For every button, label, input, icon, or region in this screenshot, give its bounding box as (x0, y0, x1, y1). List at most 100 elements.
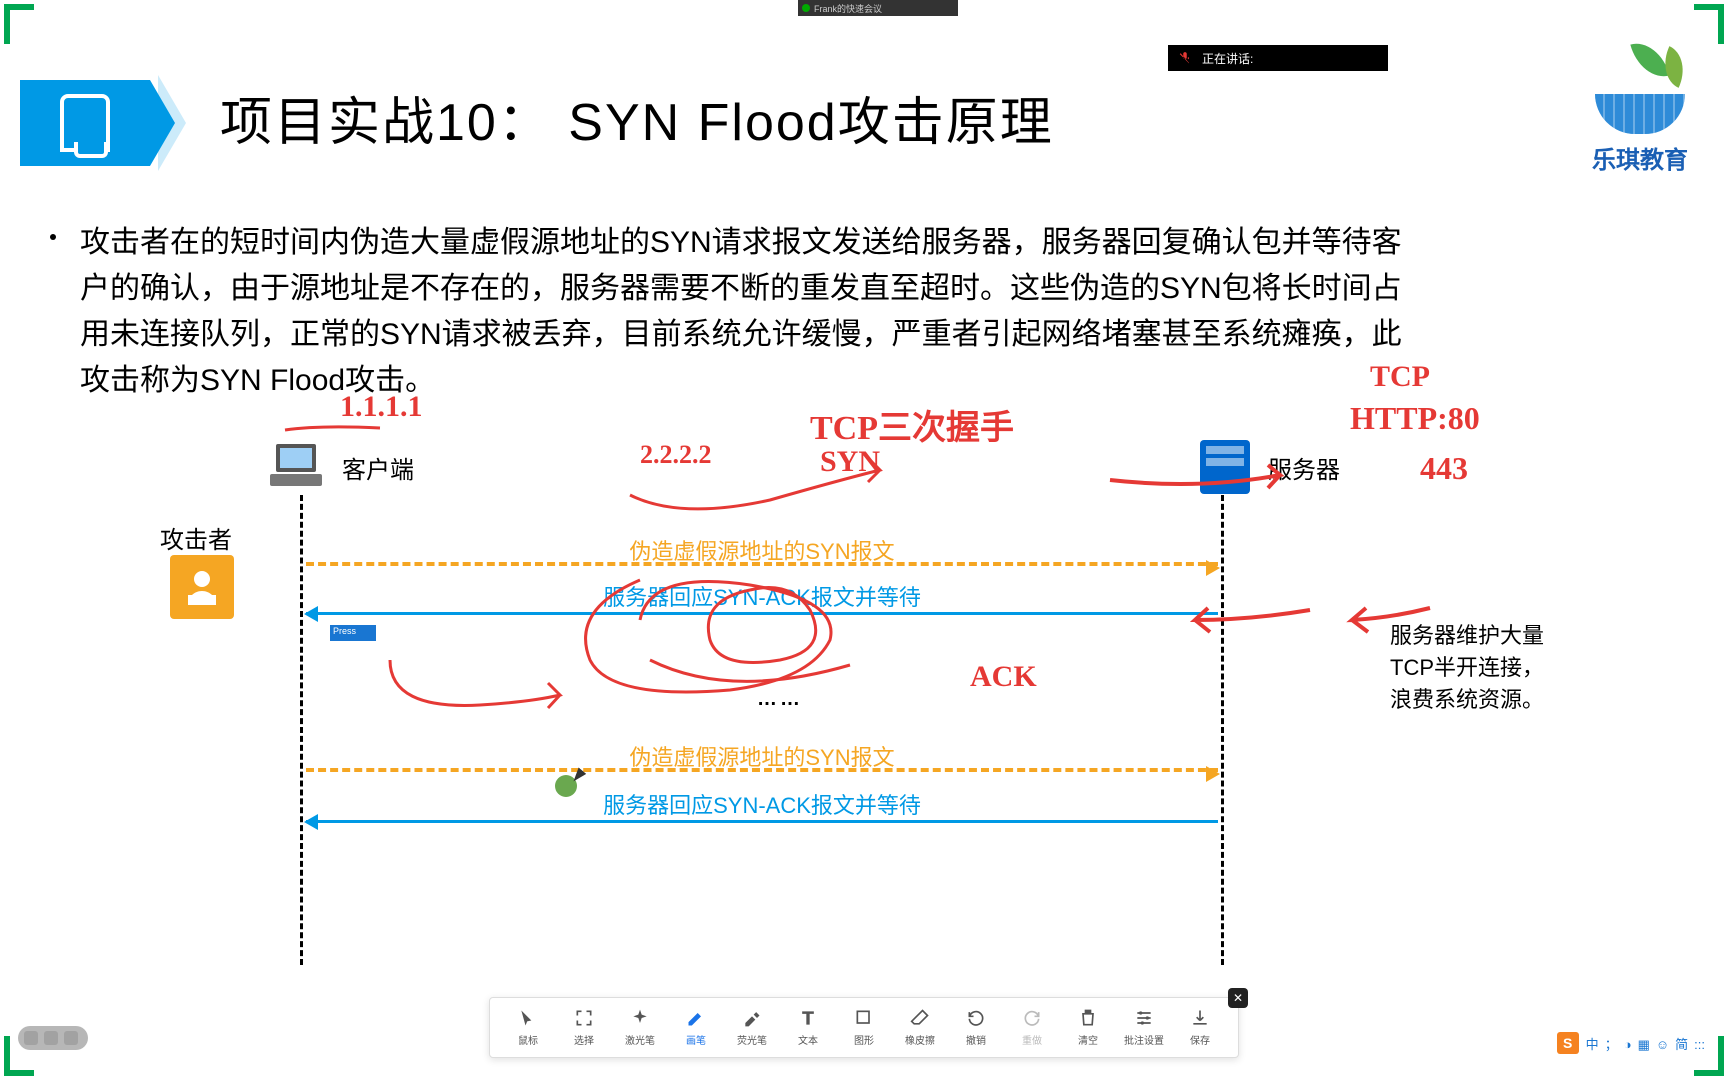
hand-syn: SYN (820, 445, 880, 479)
side-note: 服务器维护大量TCP半开连接，浪费系统资源。 (1390, 620, 1550, 716)
leaf-icon (1630, 37, 1669, 83)
tool-label: 荧光笔 (737, 1032, 767, 1047)
chevron-icon (150, 80, 175, 166)
hand-http: HTTP:80 (1350, 400, 1480, 437)
tool-settings[interactable]: 批注设置 (1116, 1004, 1172, 1051)
tool-pen[interactable]: 画笔 (668, 1004, 724, 1051)
clear-icon (1078, 1008, 1098, 1028)
msg-syn-forged-2: 伪造虚假源地址的SYN报文 (306, 768, 1218, 772)
tool-label: 撤销 (966, 1032, 986, 1047)
tool-label: 图形 (854, 1032, 874, 1047)
tool-shapes[interactable]: 图形 (836, 1004, 892, 1051)
meeting-tab[interactable]: Frank的快速会议 (798, 0, 958, 16)
tool-laser[interactable]: 激光笔 (612, 1004, 668, 1051)
tool-label: 画笔 (686, 1032, 706, 1047)
attacker-label: 攻击者 (160, 520, 232, 555)
tool-cursor[interactable]: 鼠标 (500, 1004, 556, 1051)
hand-443: 443 (1420, 450, 1468, 487)
redo-icon (1022, 1008, 1042, 1028)
status-dot-icon (802, 4, 810, 12)
ime-key[interactable]: 中 (1586, 1037, 1599, 1052)
note-icon (60, 94, 110, 152)
attacker-icon (170, 555, 234, 619)
msg-synack-1: 服务器回应SYN-ACK报文并等待 (306, 612, 1218, 615)
settings-icon (1134, 1008, 1154, 1028)
frame-corner-tr (1694, 4, 1724, 44)
frame-corner-tl (4, 4, 34, 44)
bullet-dot-icon (50, 234, 56, 240)
tool-highlighter[interactable]: 荧光笔 (724, 1004, 780, 1051)
mini-rec-icon (24, 1031, 38, 1045)
tool-label: 选择 (574, 1032, 594, 1047)
meeting-title: Frank的快速会议 (814, 2, 882, 15)
mini-more-icon (64, 1031, 78, 1045)
laser-icon (630, 1008, 650, 1028)
press-badge: Press (330, 625, 376, 641)
shapes-icon (854, 1008, 874, 1028)
client-icon (270, 440, 330, 490)
tool-save[interactable]: 保存 (1172, 1004, 1228, 1051)
ime-key[interactable]: ◑ (1624, 1037, 1632, 1052)
eraser-icon (910, 1008, 930, 1028)
bullet-text: 攻击者在的短时间内伪造大量虚假源地址的SYN请求报文发送给服务器，服务器回复确认… (80, 220, 1428, 404)
msg-syn-forged-1: 伪造虚假源地址的SYN报文 (306, 562, 1218, 566)
cursor-icon (518, 1008, 538, 1028)
brand-logo: 乐琪教育 (1592, 40, 1688, 175)
hand-ip2: 2.2.2.2 (640, 440, 712, 470)
tool-label: 橡皮擦 (905, 1032, 935, 1047)
server-icon (1200, 440, 1250, 494)
annotation-toolbar: ✕ 鼠标选择激光笔画笔荧光笔文本图形橡皮擦撤销重做清空批注设置保存 (489, 997, 1239, 1058)
tool-label: 重做 (1022, 1032, 1042, 1047)
tool-undo[interactable]: 撤销 (948, 1004, 1004, 1051)
server-label: 服务器 (1268, 450, 1340, 485)
client-lifeline (300, 495, 303, 965)
speaking-indicator: 正在讲话: (1168, 45, 1388, 71)
tool-label: 鼠标 (518, 1032, 538, 1047)
ime-key[interactable]: ； (1605, 1037, 1618, 1052)
client-label: 客户端 (342, 450, 414, 485)
sequence-diagram: 客户端 服务器 攻击者 伪造虚假源地址的SYN报文 服务器回应SYN-ACK报文… (180, 420, 1380, 990)
brand-name: 乐琪教育 (1592, 140, 1688, 175)
ime-key[interactable]: ::: (1694, 1037, 1705, 1052)
tool-label: 文本 (798, 1032, 818, 1047)
mini-control[interactable] (18, 1026, 88, 1050)
mini-chat-icon (44, 1031, 58, 1045)
tool-clear[interactable]: 清空 (1060, 1004, 1116, 1051)
save-icon (1190, 1008, 1210, 1028)
ime-key[interactable]: ☺ (1656, 1037, 1669, 1052)
toolbar-close-button[interactable]: ✕ (1228, 988, 1248, 1008)
msg-label: 伪造虚假源地址的SYN报文 (306, 740, 1218, 772)
ellipsis: …… (180, 688, 1380, 711)
bullet-content: 攻击者在的短时间内伪造大量虚假源地址的SYN请求报文发送给服务器，服务器回复确认… (80, 226, 1402, 397)
server-lifeline (1221, 495, 1224, 965)
ime-bar[interactable]: S 中 ； ◑ ▦ ☺ 简::: (1557, 1032, 1708, 1054)
ime-key[interactable]: ▦ (1638, 1037, 1650, 1052)
hand-tcp-handshake: TCP三次握手 (810, 400, 1014, 449)
tool-select[interactable]: 选择 (556, 1004, 612, 1051)
text-icon (798, 1008, 818, 1028)
hand-tcp: TCP (1370, 360, 1430, 394)
hand-ack: ACK (970, 660, 1037, 694)
undo-icon (966, 1008, 986, 1028)
select-icon (574, 1008, 594, 1028)
tool-eraser[interactable]: 橡皮擦 (892, 1004, 948, 1051)
tool-text[interactable]: 文本 (780, 1004, 836, 1051)
ime-brand-icon: S (1557, 1032, 1579, 1054)
msg-label: 伪造虚假源地址的SYN报文 (306, 534, 1218, 566)
hand-ip1: 1.1.1.1 (340, 390, 423, 424)
tool-redo[interactable]: 重做 (1004, 1004, 1060, 1051)
tool-label: 批注设置 (1124, 1032, 1164, 1047)
bowl-icon (1595, 94, 1685, 134)
highlighter-icon (742, 1008, 762, 1028)
slide-header-icon (20, 80, 150, 166)
page-title: 项目实战10： SYN Flood攻击原理 (220, 80, 1054, 155)
msg-label: 服务器回应SYN-ACK报文并等待 (306, 788, 1218, 820)
mic-mute-icon (1178, 51, 1192, 65)
pen-icon (686, 1008, 706, 1028)
msg-label: 服务器回应SYN-ACK报文并等待 (306, 580, 1218, 612)
tool-label: 激光笔 (625, 1032, 655, 1047)
msg-synack-2: 服务器回应SYN-ACK报文并等待 (306, 820, 1218, 823)
ime-key[interactable]: 简 (1675, 1037, 1688, 1052)
tool-label: 保存 (1190, 1032, 1210, 1047)
speaking-label: 正在讲话: (1202, 50, 1253, 67)
